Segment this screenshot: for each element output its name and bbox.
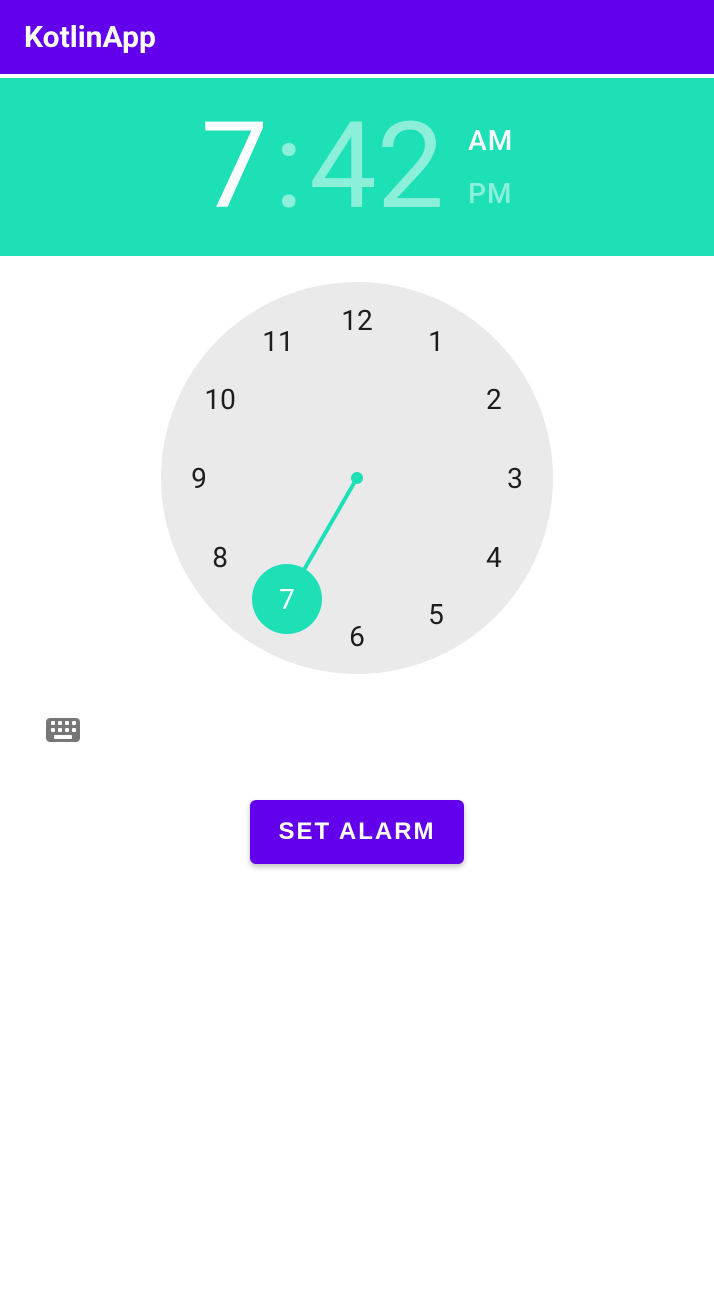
clock-hour-10[interactable]: 10 (195, 374, 245, 424)
clock-hour-9[interactable]: 9 (174, 453, 224, 503)
clock-hour-4[interactable]: 4 (469, 532, 519, 582)
time-separator: : (274, 107, 303, 227)
clock-hour-8[interactable]: 8 (195, 532, 245, 582)
pm-option[interactable]: PM (468, 177, 513, 210)
app-title: KotlinApp (24, 20, 156, 55)
clock-hour-5[interactable]: 5 (411, 590, 461, 640)
keyboard-icon[interactable] (46, 718, 80, 742)
clock-hour-11[interactable]: 11 (253, 316, 303, 366)
clock-hour-2[interactable]: 2 (469, 374, 519, 424)
clock-hour-1[interactable]: 1 (411, 316, 461, 366)
minute-value[interactable]: 42 (309, 107, 444, 227)
keyboard-toggle-row (0, 674, 714, 742)
clock-hour-12[interactable]: 12 (332, 295, 382, 345)
clock-face[interactable]: 7 12 12 3 456 8 9 1011 (161, 282, 553, 674)
ampm-toggle: AM PM (468, 124, 513, 210)
time-display: 7 : 42 (201, 107, 444, 227)
clock-selected-knob[interactable]: 7 (252, 564, 322, 634)
app-bar: KotlinApp (0, 0, 714, 78)
action-row: SET ALARM (0, 800, 714, 864)
set-alarm-button[interactable]: SET ALARM (250, 800, 463, 864)
hour-value[interactable]: 7 (201, 107, 268, 227)
clock-hour-3[interactable]: 3 (490, 453, 540, 503)
time-header: 7 : 42 AM PM (0, 78, 714, 256)
clock-hour-6[interactable]: 6 (332, 611, 382, 661)
clock-center-dot (351, 472, 363, 484)
clock-picker[interactable]: 7 12 12 3 456 8 9 1011 (0, 282, 714, 674)
am-option[interactable]: AM (468, 124, 513, 157)
